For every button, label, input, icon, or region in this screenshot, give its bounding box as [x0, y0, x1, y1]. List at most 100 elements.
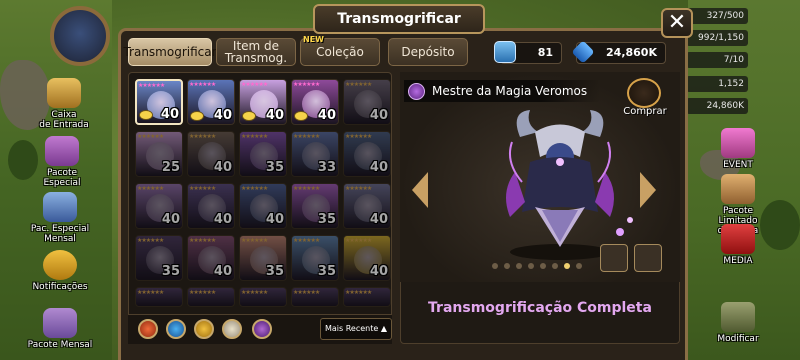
star-rating-icon: ★★★★★★: [189, 133, 216, 140]
monster-skin-cell[interactable]: ★★★★★★ 25: [135, 131, 183, 177]
monster-level: 40: [213, 212, 232, 227]
monster-skin-cell[interactable]: ★★★★★★ 35: [239, 131, 287, 177]
monster-skin-cell[interactable]: ★★★★★★ 40: [343, 79, 391, 125]
resource-mana: 24,860K: [686, 98, 748, 114]
pack-icon: [43, 192, 77, 222]
special-pack-button[interactable]: Pacote Especial: [26, 136, 98, 188]
star-rating-icon: ★★★★★★: [293, 133, 320, 140]
page-dot[interactable]: [540, 263, 546, 269]
monster-level: 35: [265, 264, 284, 279]
resource-wings: 7/10: [686, 52, 748, 68]
monster-skin-cell[interactable]: ★★★★★★: [291, 287, 339, 307]
page-dot[interactable]: [576, 263, 582, 269]
gift-icon: [45, 136, 79, 166]
wind-filter-icon[interactable]: [194, 319, 214, 339]
sort-button[interactable]: Mais Recente ▲: [320, 318, 392, 340]
tab-transmogrify[interactable]: Transmogrificar: [123, 38, 217, 66]
monster-skin-cell[interactable]: ★★★★★★ 40: [187, 235, 235, 281]
monster-skin-cell[interactable]: ★★★★★★ 35: [239, 235, 287, 281]
star-rating-icon: ★★★★★★: [345, 133, 372, 140]
monster-level: 33: [317, 160, 336, 175]
monster-skin-cell[interactable]: ★★★★★★ 40: [343, 235, 391, 281]
media-button[interactable]: MEDIA: [706, 224, 770, 266]
monster-skin-cell[interactable]: ★★★★★★ 40: [135, 79, 183, 125]
monster-skin-cell[interactable]: ★★★★★★ 33: [291, 131, 339, 177]
notifications-button[interactable]: Notificações: [24, 250, 96, 292]
page-dot[interactable]: [564, 263, 570, 269]
monster-level: 35: [317, 212, 336, 227]
monster-level: 40: [369, 264, 388, 279]
dark-element-icon: [408, 83, 425, 100]
page-dot[interactable]: [552, 263, 558, 269]
page-dot[interactable]: [504, 263, 510, 269]
monster-skin-cell[interactable]: ★★★★★★ 40: [239, 79, 287, 125]
video-camera-icon[interactable]: [600, 244, 628, 272]
build-icon: [721, 302, 755, 332]
monster-level: 40: [317, 108, 336, 123]
monster-skin-cell[interactable]: ★★★★★★ 40: [187, 131, 235, 177]
star-rating-icon: ★★★★★★: [189, 185, 216, 192]
pack-icon: [721, 174, 755, 204]
eye-icon: [190, 111, 204, 121]
monster-level: 40: [265, 212, 284, 227]
previous-arrow-icon[interactable]: [412, 172, 428, 208]
eye-icon: [139, 110, 153, 120]
star-rating-icon: ★★★★★★: [241, 289, 268, 296]
star-rating-icon: ★★★★★★: [345, 237, 372, 244]
monster-name: Mestre da Magia Veromos: [404, 80, 600, 102]
light-filter-icon[interactable]: [222, 319, 242, 339]
star-rating-icon: ★★★★★★: [293, 185, 320, 192]
star-rating-icon: ★★★★★★: [293, 289, 320, 296]
monster-level: 40: [213, 108, 232, 123]
inbox-button[interactable]: Caixa de Entrada: [28, 78, 100, 130]
monster-skin-cell[interactable]: ★★★★★★ 40: [343, 131, 391, 177]
monthly-pack-button[interactable]: Pacote Mensal: [24, 308, 96, 350]
token-icon: [494, 41, 516, 63]
star-rating-icon: ★★★★★★: [137, 133, 164, 140]
eye-icon: [242, 111, 256, 121]
dark-filter-icon[interactable]: [252, 319, 272, 339]
close-button[interactable]: ✕: [661, 8, 693, 38]
monster-skin-cell[interactable]: ★★★★★★ 40: [291, 79, 339, 125]
page-dot[interactable]: [516, 263, 522, 269]
monster-skin-cell[interactable]: ★★★★★★ 35: [291, 183, 339, 229]
fire-filter-icon[interactable]: [138, 319, 158, 339]
water-filter-icon[interactable]: [166, 319, 186, 339]
monster-skin-cell[interactable]: ★★★★★★ 40: [343, 183, 391, 229]
monster-skin-cell[interactable]: ★★★★★★ 40: [135, 183, 183, 229]
star-rating-icon: ★★★★★★: [345, 185, 372, 192]
monster-level: 40: [265, 108, 284, 123]
star-rating-icon: ★★★★★★: [189, 81, 216, 88]
monster-skin-cell[interactable]: ★★★★★★ 35: [135, 235, 183, 281]
page-dot[interactable]: [492, 263, 498, 269]
star-rating-icon: ★★★★★★: [137, 289, 164, 296]
monster-skin-cell[interactable]: ★★★★★★: [187, 287, 235, 307]
monster-skin-cell[interactable]: ★★★★★★: [135, 287, 183, 307]
star-rating-icon: ★★★★★★: [345, 81, 372, 88]
player-avatar[interactable]: [50, 6, 110, 66]
star-rating-icon: ★★★★★★: [345, 289, 372, 296]
monster-preview-image: [506, 110, 633, 260]
star-rating-icon: ★★★★★★: [293, 237, 320, 244]
eye-icon: [294, 111, 308, 121]
monster-skin-cell[interactable]: ★★★★★★: [239, 287, 287, 307]
monster-level: 40: [369, 160, 388, 175]
monster-skin-cell[interactable]: ★★★★★★ 35: [291, 235, 339, 281]
tab-storage[interactable]: Depósito: [388, 38, 468, 66]
monster-level: 40: [161, 212, 180, 227]
modify-button[interactable]: Modificar: [706, 302, 770, 344]
bell-icon: [43, 250, 77, 280]
next-arrow-icon[interactable]: [640, 172, 656, 208]
skin-grid: ★★★★★★ 40 ★★★★★★ 40 ★★★★★★ 40 ★★★★★★ 40 ★★★★★★ 40…: [128, 72, 392, 344]
monthly-special-pack-button[interactable]: Pac. Especial Mensal: [24, 192, 96, 244]
event-button[interactable]: EVENT: [706, 128, 770, 170]
monster-skin-cell[interactable]: ★★★★★★ 40: [187, 79, 235, 125]
monster-skin-cell[interactable]: ★★★★★★: [343, 287, 391, 307]
star-rating-icon: ★★★★★★: [241, 237, 268, 244]
page-dot[interactable]: [528, 263, 534, 269]
monster-skin-cell[interactable]: ★★★★★★ 40: [239, 183, 287, 229]
monster-skin-cell[interactable]: ★★★★★★ 40: [187, 183, 235, 229]
resource-crystals: 1,152: [686, 76, 748, 92]
zoom-in-icon[interactable]: [634, 244, 662, 272]
tab-transmog-item[interactable]: Item de Transmog.: [216, 38, 296, 66]
